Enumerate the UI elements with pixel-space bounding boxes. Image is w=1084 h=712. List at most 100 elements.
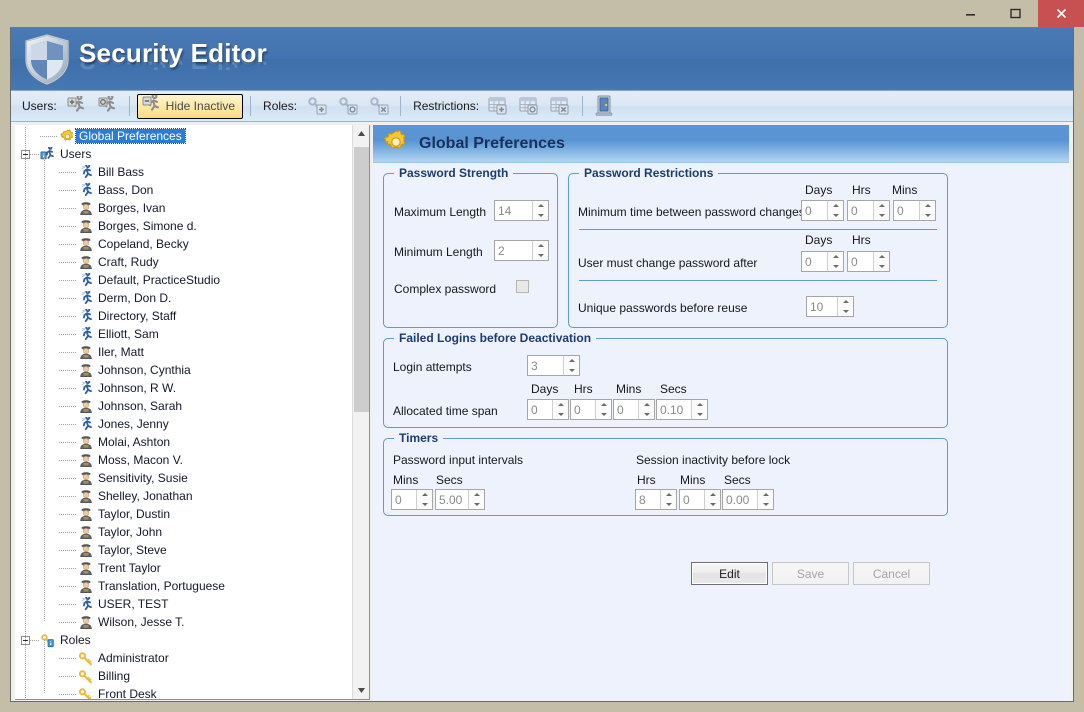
session-secs-value[interactable]: 0.00 <box>723 490 757 509</box>
spin-up-icon[interactable] <box>838 297 853 307</box>
edit-user-icon[interactable] <box>94 94 122 119</box>
tree-node[interactable]: Global Preferences <box>15 127 352 145</box>
spin-up-icon[interactable] <box>828 252 843 262</box>
tree-node[interactable]: Iler, Matt <box>15 343 352 361</box>
tree-node[interactable]: Shelley, Jonathan <box>15 487 352 505</box>
tree-node[interactable]: Johnson, R W. <box>15 379 352 397</box>
maximize-button[interactable] <box>993 0 1038 27</box>
tree-scrollbar[interactable] <box>352 125 369 699</box>
tree-node[interactable]: Moss, Macon V. <box>15 451 352 469</box>
tree-node[interactable]: Elliott, Sam <box>15 325 352 343</box>
tree-node[interactable]: Directory, Staff <box>15 307 352 325</box>
input-mins-spin-buttons[interactable] <box>416 490 432 509</box>
edit-restriction-icon[interactable] <box>516 94 544 119</box>
timespan-hrs-spin-buttons[interactable] <box>595 400 611 419</box>
spin-up-icon[interactable] <box>564 356 579 366</box>
timespan-mins-stepper[interactable]: 0 <box>613 399 655 420</box>
scroll-up-icon[interactable] <box>353 125 369 142</box>
login-attempts-spin-buttons[interactable] <box>563 356 579 375</box>
spin-down-icon[interactable] <box>639 410 654 420</box>
complex-password-checkbox[interactable] <box>516 280 529 293</box>
must-change-hrs-stepper[interactable]: 0 <box>847 251 890 272</box>
min-time-mins-value[interactable]: 0 <box>894 201 919 220</box>
session-mins-stepper[interactable]: 0 <box>679 489 721 510</box>
spin-up-icon[interactable] <box>758 490 773 500</box>
tree-node[interactable]: Bill Bass <box>15 163 352 181</box>
tree-node[interactable]: Borges, Ivan <box>15 199 352 217</box>
tree-node[interactable]: Default, PracticeStudio <box>15 271 352 289</box>
min-time-days-spin-buttons[interactable] <box>827 201 843 220</box>
minimum-length-value[interactable]: 2 <box>495 241 532 260</box>
min-time-mins-stepper[interactable]: 0 <box>893 200 936 221</box>
tree-node[interactable]: Jones, Jenny <box>15 415 352 433</box>
spin-down-icon[interactable] <box>758 500 773 510</box>
min-time-hrs-stepper[interactable]: 0 <box>847 200 890 221</box>
maximum-length-stepper[interactable]: 14 <box>494 200 549 221</box>
tree-node[interactable]: Users <box>15 145 352 163</box>
minimum-length-stepper[interactable]: 2 <box>494 240 549 261</box>
session-hrs-stepper[interactable]: 8 <box>635 489 677 510</box>
minimize-button[interactable] <box>948 0 993 27</box>
session-hrs-spin-buttons[interactable] <box>660 490 676 509</box>
timespan-mins-spin-buttons[interactable] <box>638 400 654 419</box>
tree-node[interactable]: Craft, Rudy <box>15 253 352 271</box>
minimum-length-spin-buttons[interactable] <box>532 241 548 260</box>
tree-node[interactable]: Trent Taylor <box>15 559 352 577</box>
min-time-hrs-value[interactable]: 0 <box>848 201 873 220</box>
spin-up-icon[interactable] <box>874 201 889 211</box>
must-change-hrs-value[interactable]: 0 <box>848 252 873 271</box>
spin-down-icon[interactable] <box>469 500 484 510</box>
timespan-days-spin-buttons[interactable] <box>552 400 568 419</box>
login-attempts-stepper[interactable]: 3 <box>527 355 580 376</box>
timespan-secs-stepper[interactable]: 0.10 <box>656 399 708 420</box>
timespan-hrs-stepper[interactable]: 0 <box>570 399 612 420</box>
delete-role-icon[interactable] <box>365 94 393 119</box>
spin-up-icon[interactable] <box>553 400 568 410</box>
timespan-days-stepper[interactable]: 0 <box>527 399 569 420</box>
navigation-tree[interactable]: Global Preferences Users Bill Bass Bass, Do… <box>15 125 352 699</box>
tree-node[interactable]: Taylor, Steve <box>15 541 352 559</box>
min-time-mins-spin-buttons[interactable] <box>919 201 935 220</box>
spin-up-icon[interactable] <box>661 490 676 500</box>
spin-down-icon[interactable] <box>533 251 548 261</box>
input-secs-spin-buttons[interactable] <box>468 490 484 509</box>
spin-down-icon[interactable] <box>874 262 889 272</box>
spin-down-icon[interactable] <box>533 211 548 221</box>
edit-role-icon[interactable] <box>334 94 362 119</box>
input-secs-value[interactable]: 5.00 <box>436 490 468 509</box>
min-time-days-value[interactable]: 0 <box>802 201 827 220</box>
maximum-length-spin-buttons[interactable] <box>532 201 548 220</box>
session-secs-spin-buttons[interactable] <box>757 490 773 509</box>
scrollbar-thumb[interactable] <box>354 147 369 412</box>
tree-node[interactable]: Wilson, Jesse T. <box>15 613 352 631</box>
spin-down-icon[interactable] <box>920 211 935 221</box>
tree-node[interactable]: Roles <box>15 631 352 649</box>
tree-node[interactable]: Taylor, Dustin <box>15 505 352 523</box>
input-mins-stepper[interactable]: 0 <box>391 489 433 510</box>
tree-node[interactable]: Molai, Ashton <box>15 433 352 451</box>
maximum-length-value[interactable]: 14 <box>495 201 532 220</box>
tree-node[interactable]: Translation, Portuguese <box>15 577 352 595</box>
min-time-days-stepper[interactable]: 0 <box>801 200 844 221</box>
session-mins-spin-buttons[interactable] <box>704 490 720 509</box>
scroll-down-icon[interactable] <box>353 682 369 699</box>
spin-down-icon[interactable] <box>874 211 889 221</box>
spin-down-icon[interactable] <box>838 307 853 317</box>
tree-node[interactable]: Borges, Simone d. <box>15 217 352 235</box>
must-change-days-value[interactable]: 0 <box>802 252 827 271</box>
spin-down-icon[interactable] <box>692 410 707 420</box>
add-user-icon[interactable] <box>63 94 91 119</box>
spin-down-icon[interactable] <box>564 366 579 376</box>
spin-up-icon[interactable] <box>533 241 548 251</box>
timespan-secs-value[interactable]: 0.10 <box>657 400 691 419</box>
unique-passwords-spin-buttons[interactable] <box>837 297 853 316</box>
edit-button[interactable]: Edit <box>691 562 768 585</box>
save-button[interactable]: Save <box>772 562 849 585</box>
spin-up-icon[interactable] <box>596 400 611 410</box>
tree-node[interactable]: Derm, Don D. <box>15 289 352 307</box>
timespan-days-value[interactable]: 0 <box>528 400 552 419</box>
exit-door-icon[interactable] <box>590 94 618 119</box>
timespan-mins-value[interactable]: 0 <box>614 400 638 419</box>
spin-up-icon[interactable] <box>705 490 720 500</box>
spin-up-icon[interactable] <box>417 490 432 500</box>
